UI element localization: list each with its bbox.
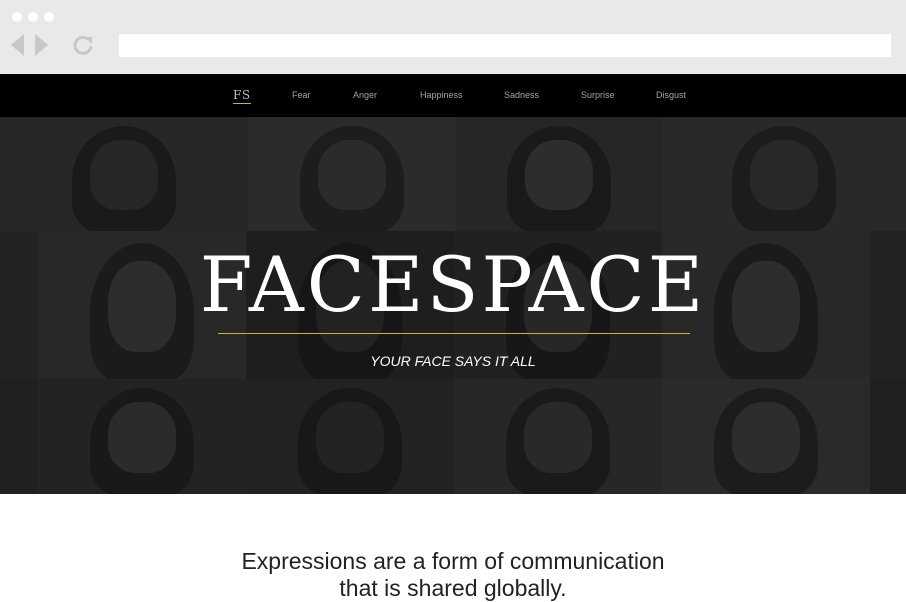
hero-tagline: YOUR FACE SAYS IT ALL — [370, 353, 536, 369]
nav-link-disgust[interactable]: Disgust — [656, 90, 686, 100]
nav-link-sadness[interactable]: Sadness — [504, 90, 539, 100]
window-minimize-dot[interactable] — [28, 12, 38, 22]
window-close-dot[interactable] — [12, 12, 22, 22]
site-nav: FS Fear Anger Happiness Sadness Surprise… — [0, 74, 906, 117]
browser-chrome — [0, 0, 906, 74]
intro-text: Expressions are a form of communication … — [0, 548, 906, 602]
intro-line-1: Expressions are a form of communication — [241, 548, 665, 574]
reload-icon[interactable] — [72, 34, 94, 56]
hero-section: FACESPACE YOUR FACE SAYS IT ALL — [0, 117, 906, 494]
address-bar[interactable] — [119, 34, 891, 57]
site-logo-link[interactable]: FS — [233, 88, 251, 104]
nav-link-surprise[interactable]: Surprise — [581, 90, 615, 100]
nav-link-fear[interactable]: Fear — [292, 90, 311, 100]
intro-line-2: that is shared globally. — [339, 575, 567, 601]
back-arrow-icon[interactable] — [11, 34, 24, 56]
hero-title: FACESPACE — [199, 240, 707, 329]
nav-link-anger[interactable]: Anger — [353, 90, 377, 100]
nav-link-happiness[interactable]: Happiness — [420, 90, 463, 100]
forward-arrow-icon[interactable] — [35, 34, 48, 56]
hero-divider — [218, 333, 690, 334]
window-maximize-dot[interactable] — [44, 12, 54, 22]
